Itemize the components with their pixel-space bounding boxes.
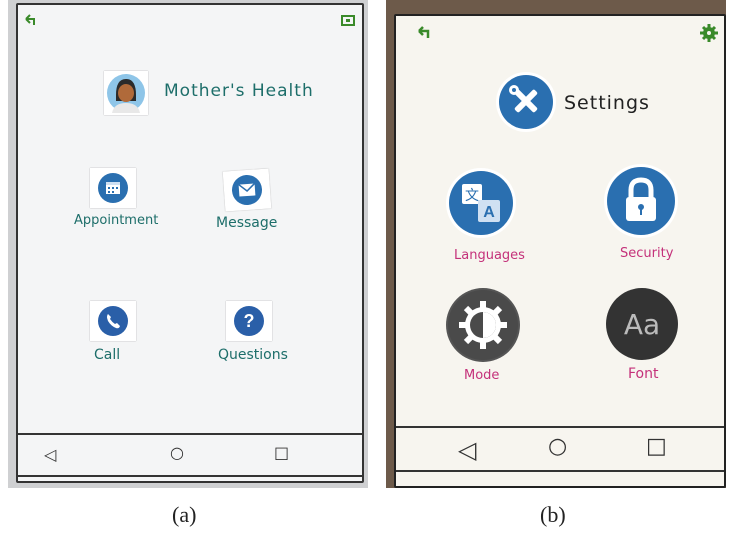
questions-button[interactable]: ? xyxy=(226,301,272,341)
caption-b: (b) xyxy=(540,502,566,527)
font-button[interactable]: Aa xyxy=(606,288,678,360)
call-label[interactable]: Call xyxy=(94,347,120,363)
appointment-button[interactable] xyxy=(90,168,136,208)
question-icon: ? xyxy=(234,306,264,336)
page-title: Settings xyxy=(564,92,650,114)
back-arrow-icon[interactable] xyxy=(416,24,434,40)
nav-divider-top xyxy=(396,426,724,428)
svg-text:?: ? xyxy=(244,311,255,331)
svg-text:A: A xyxy=(483,204,495,221)
panel-b: Settings 文 A Languages Security Mode Aa … xyxy=(386,0,726,488)
call-button[interactable] xyxy=(90,301,136,341)
nav-divider-bottom xyxy=(18,475,362,477)
nav-recent-button[interactable]: □ xyxy=(646,434,667,459)
settings-header-icon xyxy=(496,72,556,132)
calendar-icon xyxy=(98,173,128,203)
phone-screen-a: Mother's Health Appointment Message Call… xyxy=(16,3,364,483)
mode-label[interactable]: Mode xyxy=(464,368,499,383)
message-label[interactable]: Message xyxy=(216,215,277,231)
back-arrow-icon[interactable] xyxy=(24,13,40,27)
security-label[interactable]: Security xyxy=(620,246,673,261)
appointment-label[interactable]: Appointment xyxy=(74,213,158,228)
languages-label[interactable]: Languages xyxy=(454,248,525,263)
questions-label[interactable]: Questions xyxy=(218,347,288,363)
phone-icon xyxy=(98,306,128,336)
nav-back-button[interactable]: ◁ xyxy=(44,445,56,464)
security-button[interactable] xyxy=(604,164,678,238)
nav-back-button[interactable]: ◁ xyxy=(458,436,476,464)
message-button[interactable] xyxy=(222,168,272,212)
translate-icon: 文 A xyxy=(449,171,513,235)
woman-avatar-icon xyxy=(107,74,145,113)
page-title: Mother's Health xyxy=(164,81,314,101)
nav-home-button[interactable]: ○ xyxy=(170,443,184,462)
mode-button[interactable] xyxy=(446,288,520,362)
nav-home-button[interactable]: ○ xyxy=(548,434,567,459)
lock-icon xyxy=(607,167,675,235)
settings-icon[interactable] xyxy=(340,13,356,27)
font-aa-icon: Aa xyxy=(623,307,661,341)
svg-text:文: 文 xyxy=(465,188,479,204)
nav-recent-button[interactable]: □ xyxy=(274,443,289,462)
languages-button[interactable]: 文 A xyxy=(446,168,516,238)
font-label[interactable]: Font xyxy=(628,366,658,382)
contrast-gear-icon xyxy=(448,290,518,360)
caption-a: (a) xyxy=(172,502,197,527)
wrench-screwdriver-icon xyxy=(499,75,553,129)
nav-divider-bottom xyxy=(396,470,724,472)
gear-icon[interactable] xyxy=(700,24,718,42)
panel-a: Mother's Health Appointment Message Call… xyxy=(8,0,368,488)
nav-divider-top xyxy=(18,433,362,435)
envelope-icon xyxy=(232,175,262,205)
phone-screen-b: Settings 文 A Languages Security Mode Aa … xyxy=(394,14,726,488)
avatar xyxy=(104,71,148,115)
